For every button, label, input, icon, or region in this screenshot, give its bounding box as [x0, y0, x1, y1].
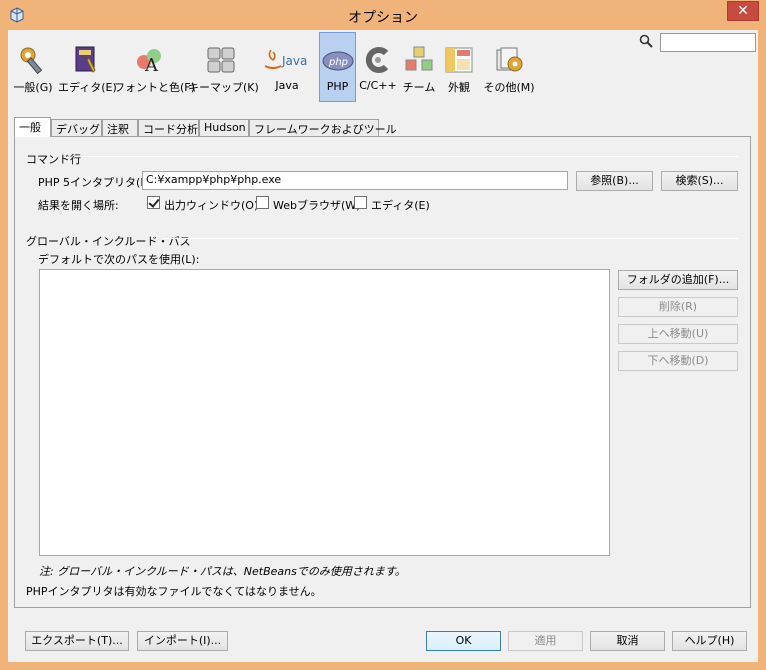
php-logo-text: php	[328, 57, 348, 68]
category-label: 一般(G)	[13, 81, 53, 94]
editor-label: エディタ(E)	[371, 199, 430, 212]
section-divider	[163, 238, 738, 239]
category-label: C/C++	[359, 79, 397, 92]
add-folder-button[interactable]: フォルダの追加(F)...	[618, 270, 738, 290]
interpreter-path-field[interactable]: C:¥xampp¥php¥php.exe	[142, 171, 568, 190]
editor-checkbox[interactable]	[354, 196, 367, 209]
interpreter-label: PHP 5インタプリタ(P):	[38, 176, 155, 189]
include-path-list[interactable]	[39, 269, 610, 556]
category-general[interactable]: 一般(G)	[10, 32, 56, 102]
ok-button[interactable]: OK	[426, 631, 501, 651]
tab-general[interactable]: 一般	[14, 117, 51, 137]
validation-message: PHPインタプリタは有効なファイルでなくてはなりません。	[26, 585, 322, 598]
category-label: エディタ(E)	[58, 81, 117, 94]
team-cubes-icon	[405, 46, 433, 71]
apply-button[interactable]: 適用	[508, 631, 583, 651]
open-results-label: 結果を開く場所:	[38, 199, 119, 212]
category-editor[interactable]: エディタ(E)	[58, 32, 117, 102]
web-browser-checkbox[interactable]	[256, 196, 269, 209]
svg-text:A: A	[144, 55, 159, 76]
command-line-section-title: コマンド行	[26, 153, 81, 166]
import-button[interactable]: インポート(I)...	[137, 631, 228, 651]
misc-icon	[496, 47, 523, 72]
category-appearance[interactable]: 外観	[440, 32, 478, 102]
category-label: Java	[275, 79, 299, 92]
category-keymap[interactable]: キーマップ(K)	[188, 32, 259, 102]
move-up-button[interactable]: 上へ移動(U)	[618, 324, 738, 344]
tab-debug[interactable]: デバッグ	[51, 119, 102, 136]
category-label: キーマップ(K)	[188, 81, 259, 94]
tab-hudson[interactable]: Hudson	[199, 119, 249, 136]
tab-frameworks-tools[interactable]: フレームワークおよびツール	[249, 119, 397, 136]
cancel-button[interactable]: 取消	[590, 631, 665, 651]
category-misc[interactable]: その他(M)	[480, 32, 538, 102]
search-interpreter-button[interactable]: 検索(S)...	[661, 171, 738, 191]
options-window: オプション ✕ 一般(G) エディタ(E) A フォントと色(F) キーマップ(…	[0, 0, 766, 670]
category-php[interactable]: php PHP	[319, 32, 356, 102]
help-button[interactable]: ヘルプ(H)	[672, 631, 747, 651]
category-cpp[interactable]: C/C++	[358, 32, 398, 102]
gear-wrench-icon	[20, 47, 43, 75]
category-label: その他(M)	[483, 81, 535, 94]
tab-code-analysis[interactable]: コード分析	[138, 119, 199, 136]
category-fonts-colors[interactable]: A フォントと色(F)	[114, 32, 195, 102]
appearance-icon	[445, 47, 473, 73]
search-icon	[639, 34, 653, 48]
window-title: オプション	[348, 10, 418, 26]
category-java[interactable]: Java Java	[258, 32, 316, 102]
web-browser-label: Webブラウザ(W)	[273, 199, 361, 212]
browse-button[interactable]: 参照(B)...	[576, 171, 653, 191]
default-path-label: デフォルトで次のパスを使用(L):	[38, 253, 200, 266]
category-label: PHP	[326, 80, 349, 93]
search-input[interactable]	[660, 33, 756, 52]
move-down-button[interactable]: 下へ移動(D)	[618, 351, 738, 371]
editor-book-icon	[75, 46, 96, 73]
java-logo-text: Java	[281, 54, 307, 68]
keyboard-icon	[207, 47, 235, 73]
tab-annotations[interactable]: 注釈	[102, 119, 138, 136]
output-window-checkbox[interactable]	[147, 196, 160, 209]
java-icon: Java	[264, 49, 307, 69]
title-bar[interactable]: オプション ✕	[0, 0, 766, 30]
category-label: フォントと色(F)	[114, 81, 195, 94]
category-label: チーム	[402, 81, 436, 94]
section-divider	[83, 156, 738, 157]
close-button[interactable]: ✕	[727, 1, 759, 21]
font-color-icon: A	[137, 49, 161, 76]
include-path-section-title: グローバル・インクルード・パス	[26, 235, 191, 248]
category-label: 外観	[448, 81, 470, 94]
remove-button[interactable]: 削除(R)	[618, 297, 738, 317]
general-tab-panel: コマンド行 PHP 5インタプリタ(P): C:¥xampp¥php¥php.e…	[14, 136, 751, 608]
include-path-note: 注: グローバル・インクルード・パスは、NetBeansでのみ使用されます。	[39, 565, 406, 578]
category-team[interactable]: チーム	[400, 32, 438, 102]
client-area: 一般(G) エディタ(E) A フォントと色(F) キーマップ(K) Java …	[8, 30, 758, 662]
php-icon: php	[322, 51, 353, 71]
cpp-icon	[365, 47, 389, 73]
export-button[interactable]: エクスポート(T)...	[25, 631, 129, 651]
output-window-label: 出力ウィンドウ(O)	[164, 199, 259, 212]
